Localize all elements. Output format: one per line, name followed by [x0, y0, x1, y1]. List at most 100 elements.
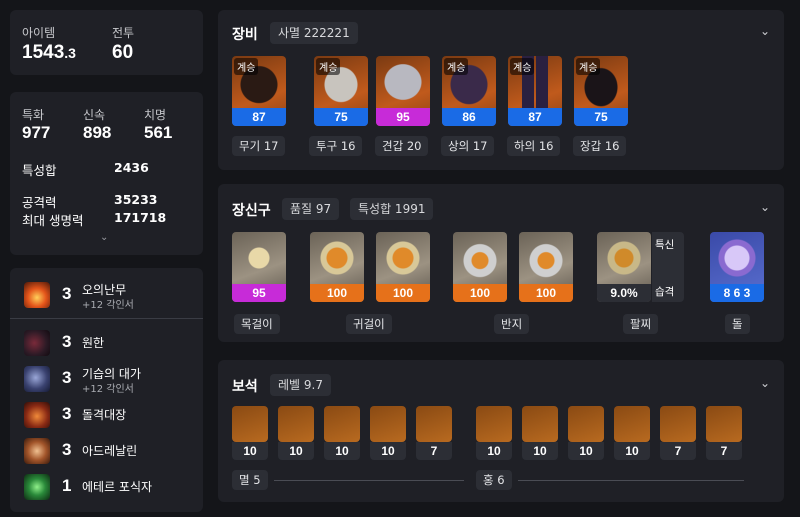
- spec-label: 특화: [22, 108, 45, 122]
- expand-chevron-icon[interactable]: ⌄: [100, 232, 108, 243]
- gem-slot[interactable]: 10: [614, 406, 650, 460]
- gem-slot[interactable]: 7: [416, 406, 452, 460]
- ring-icon: [519, 232, 573, 284]
- equip-label: 견갑 20: [375, 136, 429, 156]
- gems-section: 보석 레벨 9.7 ⌄ 10 10 10 10 7 10 10 10 10 7 …: [218, 360, 784, 502]
- bracelet-slot[interactable]: 9.0%: [597, 232, 651, 302]
- spec-value: 977: [22, 123, 51, 142]
- gem-icon: [416, 406, 452, 442]
- gem-icon: [614, 406, 650, 442]
- combat-level-value: 60: [112, 42, 134, 63]
- crit-label: 치명: [144, 108, 167, 122]
- crit-value: 561: [144, 123, 173, 142]
- item-level-label: 아이템: [22, 26, 56, 40]
- gem-icon: [278, 406, 314, 442]
- pants-slot[interactable]: 계승 87: [508, 56, 562, 126]
- gem-slot[interactable]: 10: [370, 406, 406, 460]
- equipment-title: 장비: [232, 27, 258, 43]
- earring-icon: [376, 232, 430, 284]
- gem-group-label: 홍 6: [476, 470, 512, 490]
- earring-slot[interactable]: 100: [310, 232, 364, 302]
- gem-slot[interactable]: 7: [660, 406, 696, 460]
- bracelet-stat: 특신: [655, 239, 675, 251]
- gem-slot[interactable]: 10: [568, 406, 604, 460]
- chest-slot[interactable]: 계승 86: [442, 56, 496, 126]
- engraving-row[interactable]: 3 원한: [10, 326, 204, 358]
- earring-slot[interactable]: 100: [376, 232, 430, 302]
- set-tag: 사멸 222221: [270, 22, 358, 44]
- shoulder-icon: [376, 56, 430, 108]
- gem-slot[interactable]: 7: [706, 406, 742, 460]
- gem-icon: [476, 406, 512, 442]
- engraving-row[interactable]: 1 에테르 포식자: [10, 470, 204, 502]
- accessory-label: 귀걸이: [346, 314, 392, 334]
- ring-slot[interactable]: 100: [453, 232, 507, 302]
- ability-stone-icon: [710, 232, 764, 284]
- divider: [274, 480, 464, 481]
- engraving-row[interactable]: 3 아드레날린: [10, 434, 204, 466]
- gem-slot[interactable]: 10: [278, 406, 314, 460]
- equip-label: 상의 17: [441, 136, 495, 156]
- swift-label: 신속: [83, 108, 106, 122]
- engraving-row[interactable]: 3 기습의 대가 +12 각인서: [10, 362, 204, 395]
- equip-label: 투구 16: [309, 136, 363, 156]
- ring-slot[interactable]: 100: [519, 232, 573, 302]
- equip-label: 하의 16: [507, 136, 561, 156]
- accessories-section: 장신구 품질 97 특성합 1991 ⌄ 95 100 100 100 100 …: [218, 184, 784, 342]
- flame-burst-icon: [24, 282, 50, 308]
- shoulder-slot[interactable]: 95: [376, 56, 430, 126]
- equipment-section: 장비 사멸 222221 ⌄ 계승 87 계승 75 95 계승 86 계승 8…: [218, 10, 784, 170]
- gem-icon: [232, 406, 268, 442]
- adrenaline-fist-icon: [24, 438, 50, 464]
- gem-icon: [660, 406, 696, 442]
- accessory-label: 돌: [725, 314, 750, 334]
- divider: [10, 318, 203, 319]
- gem-slot[interactable]: 10: [232, 406, 268, 460]
- gem-slot[interactable]: 10: [522, 406, 558, 460]
- summary-panel: 아이템 1543.3 전투 60: [10, 10, 203, 75]
- helmet-slot[interactable]: 계승 75: [314, 56, 368, 126]
- accessories-title: 장신구: [232, 203, 271, 219]
- collapse-chevron-icon[interactable]: ⌄: [760, 200, 770, 214]
- weapon-slot[interactable]: 계승 87: [232, 56, 286, 126]
- equip-label: 장갑 16: [573, 136, 627, 156]
- gloves-slot[interactable]: 계승 75: [574, 56, 628, 126]
- collapse-chevron-icon[interactable]: ⌄: [760, 24, 770, 38]
- hp-row: 최대 생명력 171718: [22, 210, 167, 228]
- bracelet-icon: [597, 232, 651, 284]
- gem-slot[interactable]: 10: [324, 406, 360, 460]
- quality-tag: 품질 97: [282, 198, 340, 220]
- gem-group-label: 멸 5: [232, 470, 268, 490]
- accessory-label: 목걸이: [234, 314, 280, 334]
- ability-stone-slot[interactable]: 8 6 3: [710, 232, 764, 302]
- gem-slot[interactable]: 10: [476, 406, 512, 460]
- ring-icon: [453, 232, 507, 284]
- engraving-row[interactable]: 3 돌격대장: [10, 398, 204, 430]
- total-stat-row: 특성합 2436: [22, 160, 149, 178]
- stat-total-tag: 특성합 1991: [350, 198, 434, 220]
- ether-orb-icon: [24, 474, 50, 500]
- gem-icon: [324, 406, 360, 442]
- crescent-moon-icon: [24, 366, 50, 392]
- gems-title: 보석: [232, 379, 258, 395]
- item-level-value: 1543.3: [22, 42, 76, 63]
- necklace-slot[interactable]: 95: [232, 232, 286, 302]
- collapse-chevron-icon[interactable]: ⌄: [760, 376, 770, 390]
- charge-fire-icon: [24, 402, 50, 428]
- gem-icon: [370, 406, 406, 442]
- gem-icon: [568, 406, 604, 442]
- dark-wolf-icon: [24, 330, 50, 356]
- gem-level-tag: 레벨 9.7: [270, 374, 331, 396]
- equip-label: 무기 17: [232, 136, 286, 156]
- bracelet-stat: 습격: [655, 286, 675, 298]
- combat-level-label: 전투: [112, 26, 135, 40]
- gem-icon: [706, 406, 742, 442]
- accessory-label: 팔찌: [623, 314, 659, 334]
- necklace-icon: [232, 232, 286, 284]
- attack-row: 공격력 35233: [22, 192, 158, 210]
- gem-icon: [522, 406, 558, 442]
- bracelet-stats: 특신 습격: [652, 232, 684, 302]
- stats-panel: 특화 977 신속 898 치명 561 특성합 2436 공격력 35233 최대…: [10, 92, 203, 255]
- accessory-label: 반지: [494, 314, 530, 334]
- engraving-row[interactable]: 3 오의난무 +12 각인서: [10, 278, 204, 311]
